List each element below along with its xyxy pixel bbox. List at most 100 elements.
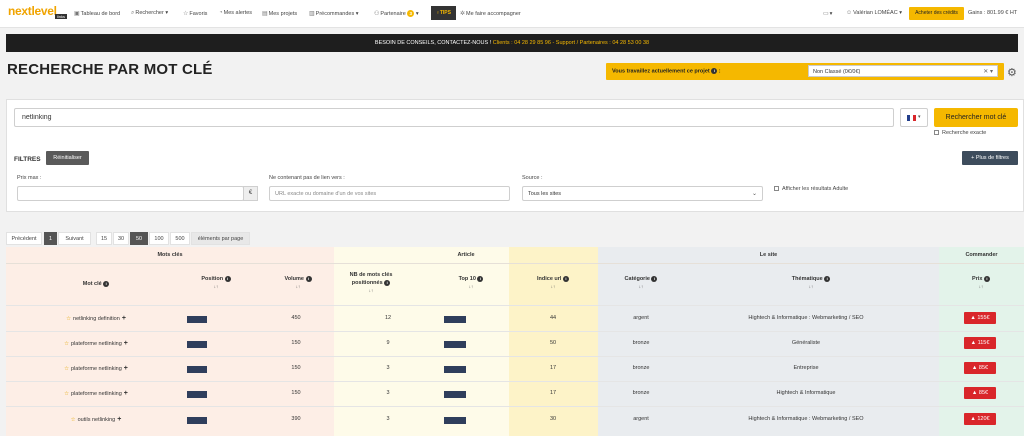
support-phone[interactable]: - Support / Partenaires : 04 28 53 00 38 [552, 40, 649, 46]
position-masked [187, 316, 207, 323]
theme-cell: Hightech & Informatique : Webmarketing /… [748, 315, 864, 321]
star-icon[interactable]: ☆ [64, 341, 69, 347]
col-theme[interactable]: Thématique i ↓↑ [766, 275, 856, 291]
sort-icon: ↓↑ [213, 284, 219, 289]
sort-icon: ↓↑ [978, 284, 984, 289]
col-position[interactable]: Position i ↓↑ [186, 275, 246, 291]
top10-masked [444, 341, 466, 348]
url-index-cell: 17 [549, 390, 557, 396]
keyword-cell[interactable]: ☆ netlinking definition + [36, 315, 156, 322]
handshake-icon: ⚇ [374, 11, 380, 17]
category-cell: argent [633, 416, 649, 422]
volume-cell: 390 [291, 416, 301, 422]
keyword-cell[interactable]: ☆ outils netlinking + [36, 416, 156, 423]
more-filters-button[interactable]: + Plus de filtres [962, 151, 1018, 165]
info-icon: i [384, 279, 391, 286]
row-divider [6, 356, 1024, 357]
category-cell: argent [633, 315, 649, 321]
nav-accompany[interactable]: ✲Me faire accompagner [460, 10, 521, 17]
plus-icon[interactable]: + [117, 416, 121, 423]
nav-projects[interactable]: ▤Mes projets [262, 10, 297, 17]
reset-button[interactable]: Réinitialiser [46, 151, 89, 165]
price-order-button[interactable]: ▲ 115€ [964, 337, 996, 349]
col-category[interactable]: Catégorie i ↓↑ [606, 275, 676, 291]
adult-results-checkbox[interactable]: Afficher les résultats Adulte [774, 186, 848, 192]
info-icon: i [983, 275, 990, 282]
sort-icon: ↓↑ [550, 284, 556, 289]
star-icon[interactable]: ☆ [66, 316, 71, 322]
pagination-prev[interactable]: Précédent [6, 232, 42, 245]
logo[interactable]: nextlevel [8, 4, 57, 18]
category-cell: bronze [632, 390, 650, 396]
star-icon[interactable]: ☆ [64, 391, 69, 397]
nav-dashboard[interactable]: ▣Tableau de bord [74, 10, 120, 17]
project-select[interactable]: Non Classé (0€/0€) ✕ ▾ [808, 65, 998, 77]
exact-search-checkbox[interactable]: Recherche exacte [934, 130, 986, 136]
sort-icon: ↓↑ [295, 284, 301, 289]
folder-icon: ▤ [262, 11, 268, 17]
message-icon: ▭ [823, 11, 829, 17]
price-order-button[interactable]: ▲ 120€ [964, 413, 996, 425]
chevron-down-icon: ⌄ [751, 191, 757, 197]
url-index-cell: 50 [549, 340, 557, 346]
buy-credits-button[interactable]: Acheter des crédits [909, 7, 964, 20]
nb-keywords-cell: 9 [386, 340, 390, 346]
plus-icon[interactable]: + [124, 365, 128, 372]
theme-cell: Hightech & Informatique [776, 390, 836, 396]
nav-preorders[interactable]: ▥Précommandes ▾ [309, 10, 358, 17]
no-link-input[interactable]: URL exacte ou domaine d'un de vos sites [269, 186, 510, 201]
pagination-page[interactable]: 1 [44, 232, 57, 245]
keyword-cell[interactable]: ☆ plateforme netlinking + [36, 365, 156, 372]
page-size-option[interactable]: 30 [113, 232, 129, 245]
keyword-cell[interactable]: ☆ plateforme netlinking + [36, 390, 156, 397]
page-size-option[interactable]: 100 [149, 232, 169, 245]
col-price[interactable]: Prix i ↓↑ [956, 275, 1006, 291]
chevron-down-icon: ▾ [415, 11, 419, 17]
nav-favorites[interactable]: ☆Favoris [183, 10, 207, 17]
price-order-button[interactable]: ▲ 85€ [964, 387, 996, 399]
user-menu[interactable]: ☺Valérian LOMÉAC ▾ [846, 10, 902, 16]
col-keyword[interactable]: Mot clé i [66, 280, 126, 288]
col-url-index[interactable]: Indice url i ↓↑ [521, 275, 585, 291]
filters-label: FILTRES [14, 156, 41, 163]
keyword-cell[interactable]: ☆ plateforme netlinking + [36, 340, 156, 347]
volume-cell: 150 [291, 340, 301, 346]
language-select[interactable]: ▾ [900, 108, 928, 127]
gear-icon[interactable]: ⚙ [1007, 66, 1017, 79]
chevron-down-icon: ▾ [918, 114, 921, 120]
col-nb-keywords[interactable]: NB de mots clés positionnés i ↓↑ [336, 271, 406, 295]
info-icon: i [651, 275, 658, 282]
price-max-input[interactable] [17, 186, 244, 201]
search-card: ▾ Rechercher mot clé Recherche exacte FI… [6, 99, 1024, 212]
page-size-option[interactable]: 500 [170, 232, 190, 245]
nav-partner[interactable]: ⚇Partenaire 3 ▾ [374, 10, 419, 17]
project-bar: Vous travaillez actuellement ce projet i… [606, 63, 1004, 80]
page-size-option[interactable]: 15 [96, 232, 112, 245]
plus-icon[interactable]: + [124, 340, 128, 347]
search-input[interactable] [14, 108, 894, 127]
messages-button[interactable]: ▭▾ [823, 10, 832, 17]
warning-icon: ▲ [970, 416, 976, 422]
nav-search[interactable]: ⌕Rechercher ▾ [131, 10, 168, 17]
col-top10[interactable]: Top 10 i ↓↑ [446, 275, 496, 291]
pagination-next[interactable]: Suivant [58, 232, 91, 245]
plus-icon[interactable]: + [124, 390, 128, 397]
group-header-keywords: Mots clés [6, 247, 334, 264]
nav-alerts[interactable]: ◔Mes alertes [219, 10, 252, 16]
star-icon[interactable]: ☆ [64, 366, 69, 372]
price-order-button[interactable]: ▲ 85€ [964, 362, 996, 374]
page-size-option-active[interactable]: 50 [130, 232, 148, 245]
star-icon[interactable]: ☆ [71, 417, 76, 423]
col-volume[interactable]: Volume i ↓↑ [268, 275, 328, 291]
top10-masked [444, 417, 466, 424]
search-button[interactable]: Rechercher mot clé [934, 108, 1018, 127]
clear-chevron-icon: ✕ ▾ [983, 69, 993, 75]
clients-phone[interactable]: Clients : 04 28 29 85 96 [493, 40, 551, 46]
tips-button[interactable]: ♀TIPS [431, 6, 456, 20]
gear-icon: ✲ [460, 11, 466, 17]
nb-keywords-cell: 3 [386, 416, 390, 422]
source-select[interactable]: Tous les sites ⌄ [522, 186, 763, 201]
price-order-button[interactable]: ▲ 155€ [964, 312, 996, 324]
info-icon: i [824, 275, 831, 282]
plus-icon[interactable]: + [122, 315, 126, 322]
